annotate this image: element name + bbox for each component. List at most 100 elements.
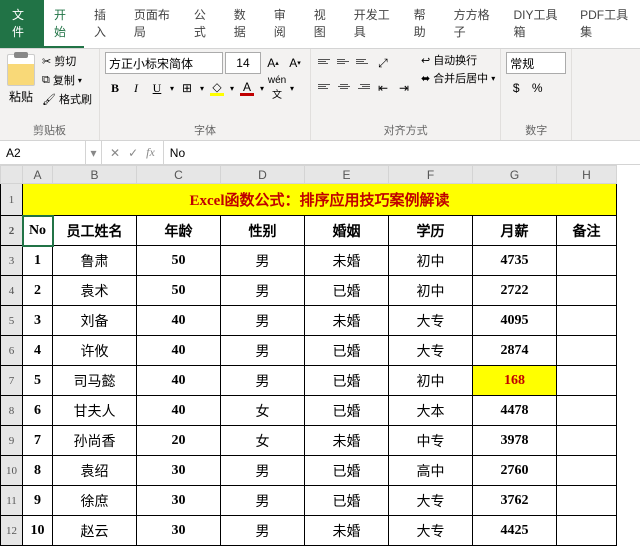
cell-sex[interactable]: 男 [221,276,305,306]
col-header-E[interactable]: E [305,166,389,184]
name-box[interactable]: A2 [0,141,86,164]
percent-button[interactable]: % [527,77,547,99]
format-painter-button[interactable]: 🖌格式刷 [40,90,94,108]
cell-marriage[interactable]: 已婚 [305,276,389,306]
cell-sex[interactable]: 男 [221,246,305,276]
chevron-down-icon[interactable]: ▾ [168,84,176,93]
cell-remark[interactable] [557,366,617,396]
col-header-C[interactable]: C [137,166,221,184]
header-cell-6[interactable]: 月薪 [473,216,557,246]
chevron-down-icon[interactable]: ▾ [258,84,266,93]
row-header-11[interactable]: 11 [1,486,23,516]
cell-edu[interactable]: 初中 [389,366,473,396]
paste-button[interactable]: 粘贴 [5,52,37,107]
cell-salary[interactable]: 168 [473,366,557,396]
merge-center-button[interactable]: ⬌合并后居中▾ [421,70,495,86]
align-middle-button[interactable] [335,52,353,70]
name-box-dropdown[interactable]: ▾ [86,141,102,164]
header-cell-5[interactable]: 学历 [389,216,473,246]
cell-remark[interactable] [557,516,617,546]
header-cell-7[interactable]: 备注 [557,216,617,246]
cell-sex[interactable]: 女 [221,396,305,426]
tab-1[interactable]: 插入 [84,0,124,48]
tab-9[interactable]: 方方格子 [444,0,504,48]
cell-edu[interactable]: 大专 [389,336,473,366]
confirm-icon[interactable]: ✓ [128,146,138,160]
currency-button[interactable]: $ [506,77,526,99]
cell-marriage[interactable]: 未婚 [305,516,389,546]
col-header-A[interactable]: A [23,166,53,184]
cell-edu[interactable]: 初中 [389,246,473,276]
cell-marriage[interactable]: 未婚 [305,306,389,336]
cell-salary[interactable]: 3762 [473,486,557,516]
fx-icon[interactable]: fx [146,145,155,160]
cell-marriage[interactable]: 未婚 [305,246,389,276]
tab-10[interactable]: DIY工具箱 [504,0,571,48]
cut-button[interactable]: ✂剪切 [40,52,94,70]
number-format-select[interactable] [506,52,566,74]
tab-0[interactable]: 开始 [44,0,84,48]
cell-remark[interactable] [557,456,617,486]
cell-name[interactable]: 甘夫人 [53,396,137,426]
cell-remark[interactable] [557,306,617,336]
cell-sex[interactable]: 男 [221,366,305,396]
cell-sex[interactable]: 男 [221,486,305,516]
header-cell-0[interactable]: No [23,216,53,246]
align-right-button[interactable] [354,77,372,95]
tab-2[interactable]: 页面布局 [124,0,184,48]
fill-color-button[interactable]: ◇ [207,77,227,99]
cell-salary[interactable]: 4425 [473,516,557,546]
row-header-8[interactable]: 8 [1,396,23,426]
cell-no[interactable]: 3 [23,306,53,336]
cell-age[interactable]: 40 [137,336,221,366]
cell-no[interactable]: 6 [23,396,53,426]
cell-salary[interactable]: 3978 [473,426,557,456]
col-header-B[interactable]: B [53,166,137,184]
cell-no[interactable]: 7 [23,426,53,456]
row-header-7[interactable]: 7 [1,366,23,396]
cell-salary[interactable]: 4478 [473,396,557,426]
tab-8[interactable]: 帮助 [404,0,444,48]
increase-indent-button[interactable]: ⇥ [394,77,414,99]
cell-salary[interactable]: 4095 [473,306,557,336]
cell-age[interactable]: 40 [137,366,221,396]
cell-age[interactable]: 50 [137,276,221,306]
header-cell-4[interactable]: 婚姻 [305,216,389,246]
cell-age[interactable]: 50 [137,246,221,276]
bold-button[interactable]: B [105,77,125,99]
cell-sex[interactable]: 男 [221,306,305,336]
font-name-select[interactable] [105,52,223,74]
cell-remark[interactable] [557,396,617,426]
cell-name[interactable]: 司马懿 [53,366,137,396]
chevron-down-icon[interactable]: ▾ [198,84,206,93]
cell-edu[interactable]: 中专 [389,426,473,456]
col-header-F[interactable]: F [389,166,473,184]
cell-no[interactable]: 8 [23,456,53,486]
cell-edu[interactable]: 大专 [389,516,473,546]
decrease-font-button[interactable]: A▾ [285,52,305,74]
cell-marriage[interactable]: 已婚 [305,486,389,516]
col-header-H[interactable]: H [557,166,617,184]
cell-salary[interactable]: 2722 [473,276,557,306]
cell-salary[interactable]: 4735 [473,246,557,276]
cell-age[interactable]: 40 [137,396,221,426]
cell-name[interactable]: 赵云 [53,516,137,546]
cell-sex[interactable]: 女 [221,426,305,456]
font-size-select[interactable] [225,52,261,74]
phonetic-button[interactable]: wén文 [267,77,287,99]
cell-name[interactable]: 许攸 [53,336,137,366]
font-color-button[interactable]: A [237,77,257,99]
cell-sex[interactable]: 男 [221,456,305,486]
tab-11[interactable]: PDF工具集 [570,0,640,48]
cell-edu[interactable]: 大专 [389,486,473,516]
cell-name[interactable]: 袁绍 [53,456,137,486]
cell-marriage[interactable]: 已婚 [305,456,389,486]
align-center-button[interactable] [335,77,353,95]
cell-name[interactable]: 徐庶 [53,486,137,516]
cell-marriage[interactable]: 已婚 [305,366,389,396]
header-cell-2[interactable]: 年龄 [137,216,221,246]
row-header-9[interactable]: 9 [1,426,23,456]
cell-no[interactable]: 5 [23,366,53,396]
cell-no[interactable]: 9 [23,486,53,516]
cell-sex[interactable]: 男 [221,516,305,546]
